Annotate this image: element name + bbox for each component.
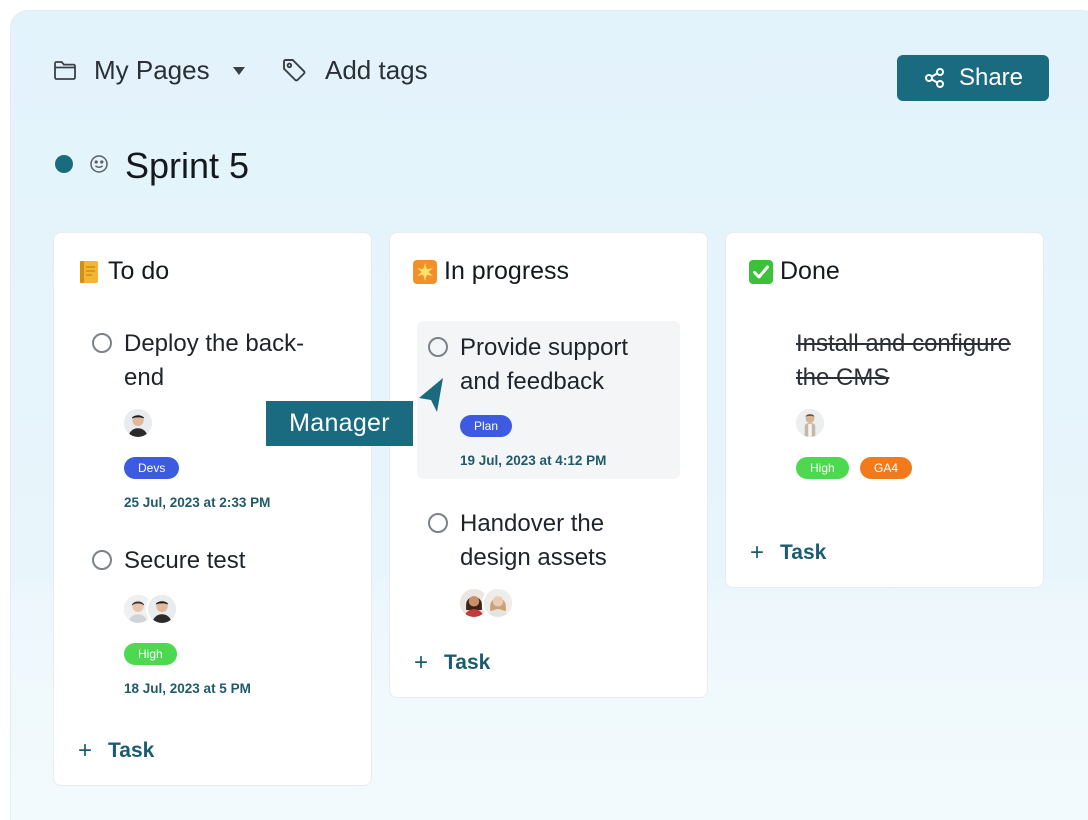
status-dot[interactable] — [55, 155, 73, 173]
avatar[interactable] — [122, 407, 154, 439]
add-task-label: Task — [780, 541, 827, 564]
task-checkbox[interactable] — [92, 333, 112, 353]
plus-icon: + — [78, 737, 93, 764]
board-window: My Pages Add tags Share Sprint 5 To do D… — [10, 10, 1088, 820]
task-card[interactable]: Handover the design assets — [390, 505, 707, 635]
badge-high[interactable]: High — [796, 457, 849, 479]
assignee-avatars[interactable] — [458, 587, 514, 619]
badge-plan[interactable]: Plan — [460, 415, 513, 437]
sparkle-icon — [413, 259, 437, 284]
column-title: In progress — [444, 257, 570, 285]
collaborator-cursor-label: Manager — [266, 401, 413, 446]
column-title: To do — [108, 257, 170, 285]
task-checkbox[interactable] — [92, 550, 112, 570]
task-title[interactable]: Install and configure the CMS — [796, 327, 1026, 395]
assignee-avatars[interactable] — [122, 407, 154, 439]
notebook-icon — [80, 260, 98, 283]
plus-icon: + — [750, 539, 765, 566]
task-date: 18 Jul, 2023 at 5 PM — [124, 681, 251, 696]
add-task-button[interactable]: + Task — [414, 649, 490, 677]
avatar[interactable] — [794, 407, 826, 439]
column-in-progress: In progress Provide support and feedback… — [389, 232, 708, 698]
task-checkbox[interactable] — [428, 337, 448, 357]
task-card-highlighted[interactable]: Provide support and feedback Plan 19 Jul… — [417, 321, 680, 479]
check-icon — [749, 259, 773, 284]
column-todo: To do Deploy the back-end Devs 25 Jul, 2… — [53, 232, 372, 786]
top-bar: My Pages Add tags Share — [11, 11, 1088, 141]
task-checkbox[interactable] — [428, 513, 448, 533]
column-header: To do — [76, 257, 169, 286]
badge-ga4[interactable]: GA4 — [860, 457, 913, 479]
tag-icon[interactable] — [281, 57, 307, 83]
task-title[interactable]: Secure test — [124, 544, 344, 578]
column-header: In progress — [412, 257, 569, 286]
add-task-button[interactable]: + Task — [78, 737, 154, 765]
badge-high[interactable]: High — [124, 643, 177, 665]
plus-icon: + — [414, 649, 429, 676]
chevron-down-icon[interactable] — [231, 65, 247, 77]
add-task-label: Task — [108, 739, 155, 762]
avatar[interactable] — [146, 593, 178, 625]
task-card[interactable]: Install and configure the CMS High GA4 — [726, 323, 1043, 493]
avatar[interactable] — [482, 587, 514, 619]
smile-icon[interactable] — [89, 154, 109, 174]
page-title[interactable]: Sprint 5 — [125, 145, 249, 187]
assignee-avatars[interactable] — [794, 407, 826, 439]
share-icon — [924, 68, 944, 88]
add-tags-button[interactable]: Add tags — [325, 55, 428, 86]
badge-devs[interactable]: Devs — [124, 457, 180, 479]
task-card[interactable]: Secure test High 18 Jul, 2023 at 5 PM — [54, 543, 371, 713]
task-title[interactable]: Deploy the back-end — [124, 327, 344, 395]
column-done: Done Install and configure the CMS High … — [725, 232, 1044, 588]
column-header: Done — [748, 257, 840, 286]
assignee-avatars[interactable] — [122, 593, 178, 625]
pages-dropdown-label[interactable]: My Pages — [94, 55, 210, 86]
share-button[interactable]: Share — [897, 55, 1049, 101]
add-task-label: Task — [444, 651, 491, 674]
task-title[interactable]: Provide support and feedback — [460, 331, 670, 399]
column-title: Done — [780, 257, 840, 285]
task-title[interactable]: Handover the design assets — [460, 507, 680, 575]
folder-icon — [54, 61, 76, 80]
cursor-icon — [419, 378, 443, 412]
task-date: 25 Jul, 2023 at 2:33 PM — [124, 495, 271, 510]
share-label: Share — [958, 64, 1024, 91]
add-task-button[interactable]: + Task — [750, 539, 826, 567]
task-date: 19 Jul, 2023 at 4:12 PM — [460, 453, 607, 468]
